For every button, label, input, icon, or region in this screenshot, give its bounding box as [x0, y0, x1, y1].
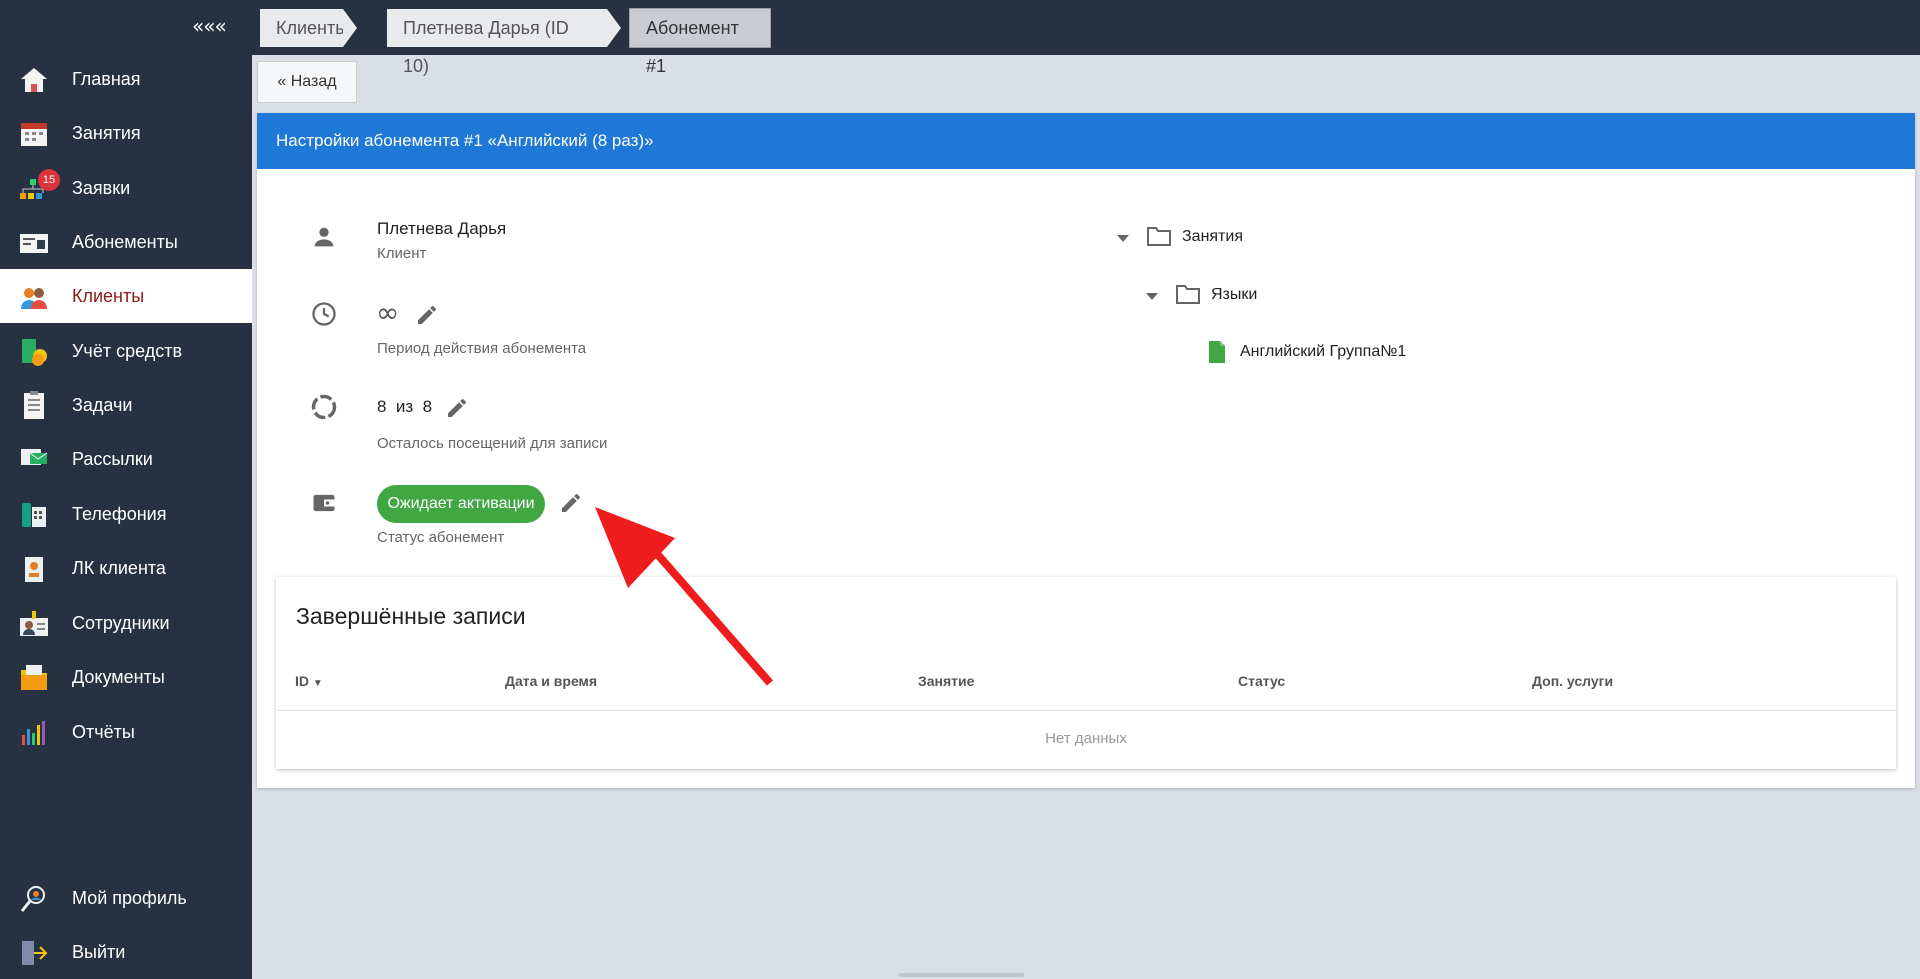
sidebar-item-label: ЛК клиента	[72, 557, 166, 578]
staff-icon	[18, 608, 50, 640]
table-divider	[276, 710, 1896, 711]
column-header-extra-services[interactable]: Доп. услуги	[1532, 673, 1613, 689]
tree-root-lessons[interactable]: Занятия	[1182, 228, 1243, 246]
column-header-status[interactable]: Статус	[1238, 673, 1285, 689]
edit-period-pencil-icon[interactable]	[415, 303, 439, 327]
mailing-icon	[18, 444, 50, 476]
sidebar-item-label: Документы	[72, 666, 165, 687]
profile-icon	[18, 883, 50, 915]
client-cabinet-icon	[18, 553, 50, 585]
sidebar-item-money[interactable]: Учёт средств	[0, 324, 252, 378]
period-value: ∞	[376, 296, 400, 329]
sidebar-item-label: Рассылки	[72, 448, 153, 469]
clients-icon	[18, 281, 50, 313]
sidebar-item-reports[interactable]: Отчёты	[0, 705, 252, 759]
sidebar-item-client-cabinet[interactable]: ЛК клиента	[0, 541, 252, 595]
back-button[interactable]: « Назад	[257, 61, 357, 103]
breadcrumb-client[interactable]: Плетнева Дарья (ID 10)	[387, 9, 621, 76]
sidebar-item-documents[interactable]: Документы	[0, 650, 252, 704]
records-title: Завершённые записи	[296, 603, 526, 629]
visits-caption: Осталось посещений для записи	[377, 435, 608, 452]
card-icon	[18, 227, 50, 259]
sidebar-item-label: Задачи	[72, 394, 133, 415]
sidebar-item-label: Главная	[72, 68, 141, 89]
sidebar-item-label: Абонементы	[72, 231, 178, 252]
sidebar-item-label: Заявки	[72, 177, 131, 198]
folder-icon	[1176, 285, 1200, 304]
money-icon	[18, 336, 50, 368]
breadcrumb-subscription[interactable]: Абонемент #1	[629, 8, 771, 76]
person-icon	[314, 227, 334, 247]
client-name: Плетнева Дарья	[377, 219, 507, 238]
sidebar-item-requests[interactable]: Заявки 15	[0, 161, 252, 215]
sidebar-item-label: Клиенты	[72, 285, 145, 306]
edit-status-pencil-icon[interactable]	[559, 491, 583, 515]
empty-table-message: Нет данных	[1045, 730, 1127, 747]
sidebar-item-label: Мой профиль	[72, 887, 187, 908]
sidebar-item-staff[interactable]: Сотрудники	[0, 596, 252, 650]
sidebar-item-logout[interactable]: Выйти	[0, 925, 252, 979]
sidebar-item-tasks[interactable]: Задачи	[0, 378, 252, 432]
reports-icon	[18, 717, 50, 749]
annotation-arrow-icon	[595, 507, 774, 686]
tasks-icon	[18, 390, 50, 422]
sidebar-item-profile[interactable]: Мой профиль	[0, 871, 252, 925]
progress-circle-icon	[311, 394, 337, 420]
sidebar-item-label: Отчёты	[72, 721, 135, 742]
calendar-icon	[18, 118, 50, 150]
sidebar: ««« Главная Занятия Заявки 15 Абонементы Клие…	[0, 0, 252, 979]
sidebar-item-mailing[interactable]: Рассылки	[0, 432, 252, 486]
caret-down-icon[interactable]	[1145, 291, 1159, 301]
file-icon	[1209, 341, 1225, 363]
breadcrumb-label: Клиенты	[276, 18, 349, 38]
sidebar-item-home[interactable]: Главная	[0, 52, 252, 106]
column-header-label: ID	[295, 673, 309, 689]
period-caption: Период действия абонемента	[377, 340, 587, 357]
logout-icon	[18, 937, 50, 969]
breadcrumb-label: Плетнева Дарья (ID 10)	[403, 18, 569, 76]
collapse-sidebar-button[interactable]: «««	[192, 14, 227, 38]
sidebar-item-label: Занятия	[72, 122, 141, 143]
card-header-prefix: Настройки абонемента #1	[276, 131, 483, 150]
completed-records-table: Завершённые записи ID ▼ Дата и время Зан…	[276, 577, 1896, 769]
wallet-icon	[313, 494, 335, 512]
sort-down-icon: ▼	[312, 678, 323, 689]
card-header-subscription-name: «Английский (8 раз)»	[487, 131, 654, 150]
phone-icon	[18, 499, 50, 531]
edit-visits-pencil-icon[interactable]	[445, 396, 469, 420]
column-header-id[interactable]: ID ▼	[295, 673, 323, 689]
top-bar: Клиенты Плетнева Дарья (ID 10) Абонемент…	[252, 0, 1920, 76]
clock-icon	[312, 302, 336, 326]
breadcrumb-label: Абонемент #1	[646, 18, 739, 76]
folder-icon	[1147, 227, 1171, 246]
sidebar-item-phone[interactable]: Телефония	[0, 487, 252, 541]
sidebar-item-clients[interactable]: Клиенты	[0, 269, 252, 323]
card-header: Настройки абонемента #1 «Английский (8 р…	[257, 113, 1915, 169]
tree-languages[interactable]: Языки	[1211, 286, 1257, 304]
sidebar-item-label: Телефония	[72, 503, 167, 524]
column-header-lesson[interactable]: Занятие	[918, 673, 974, 689]
documents-icon	[18, 662, 50, 694]
sidebar-item-label: Выйти	[72, 941, 126, 962]
column-header-datetime[interactable]: Дата и время	[505, 673, 597, 689]
breadcrumb-clients[interactable]: Клиенты	[260, 9, 357, 47]
caret-down-icon[interactable]	[1116, 233, 1130, 243]
home-icon	[18, 64, 50, 96]
client-caption: Клиент	[377, 245, 427, 262]
status-caption: Статус абонемент	[377, 529, 505, 546]
notification-count-badge: 15	[38, 169, 60, 191]
sidebar-item-label: Учёт средств	[72, 340, 183, 361]
horizontal-scrollbar[interactable]	[899, 973, 1024, 977]
sidebar-item-card[interactable]: Абонементы	[0, 215, 252, 269]
sidebar-item-label: Сотрудники	[72, 612, 170, 633]
visits-value: 8 из 8	[377, 397, 433, 416]
sidebar-item-calendar[interactable]: Занятия	[0, 106, 252, 160]
status-badge[interactable]: Ожидает активации	[377, 485, 545, 523]
tree-leaf-english-group[interactable]: Английский Группа№1	[1240, 343, 1406, 361]
